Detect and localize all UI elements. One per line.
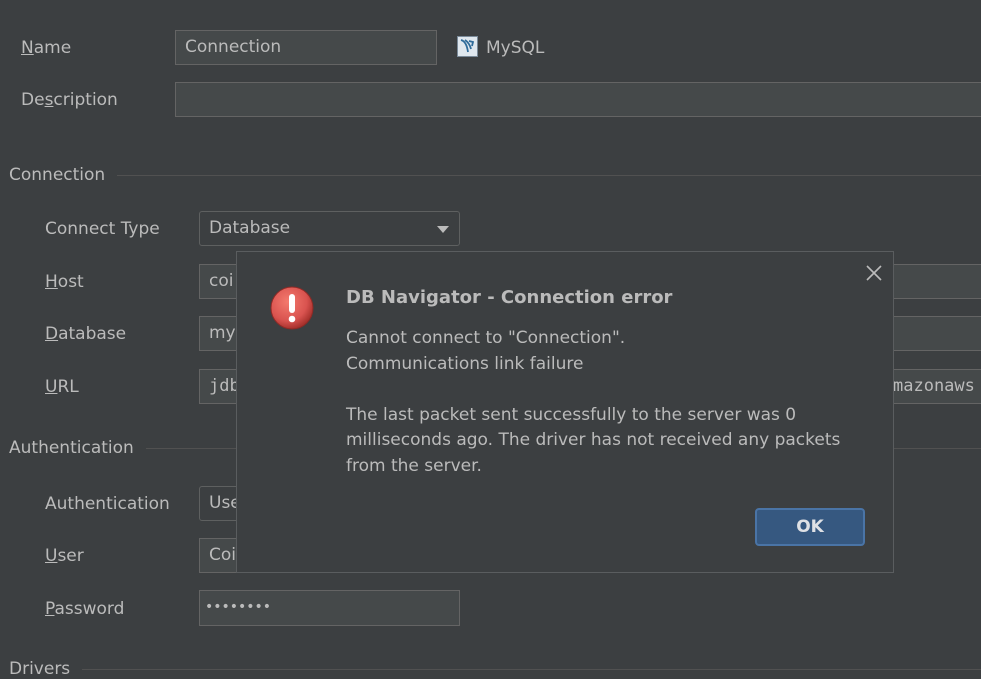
database-label: Database <box>45 324 127 344</box>
connection-error-dialog: DB Navigator - Connection error Cannot c… <box>236 251 894 573</box>
mysql-dolphin-icon <box>457 36 478 57</box>
dialog-message-line1: Cannot connect to "Connection". <box>346 328 626 348</box>
user-label: User <box>45 546 84 566</box>
password-field[interactable]: •••••••• <box>199 590 460 626</box>
url-label: URL <box>45 377 79 397</box>
connect-type-value: Database <box>209 218 291 238</box>
dialog-message: Cannot connect to "Connection". Communic… <box>346 326 876 479</box>
dialog-message-line2: Communications link failure <box>346 353 584 374</box>
db-type-label: MySQL <box>486 38 545 58</box>
connect-type-dropdown[interactable]: Database <box>199 211 460 246</box>
ok-button[interactable]: OK <box>755 508 865 546</box>
connect-type-label: Connect Type <box>45 219 160 239</box>
password-label: Password <box>45 599 125 619</box>
connection-section-header: Connection <box>9 165 981 185</box>
authentication-label: Authentication <box>45 494 170 514</box>
description-label: Description <box>21 90 118 110</box>
description-field[interactable] <box>175 82 981 117</box>
close-icon[interactable] <box>865 264 883 282</box>
dialog-title: DB Navigator - Connection error <box>346 287 673 308</box>
name-label: Name <box>21 38 72 58</box>
drivers-section-header: Drivers <box>9 659 981 679</box>
chevron-down-icon <box>437 226 449 233</box>
url-value-tail: mazonaws <box>893 376 975 396</box>
dialog-message-body: The last packet sent successfully to the… <box>346 404 846 476</box>
name-field[interactable]: Connection <box>175 30 437 65</box>
host-label: Host <box>45 272 84 292</box>
error-exclamation-icon <box>269 285 315 331</box>
